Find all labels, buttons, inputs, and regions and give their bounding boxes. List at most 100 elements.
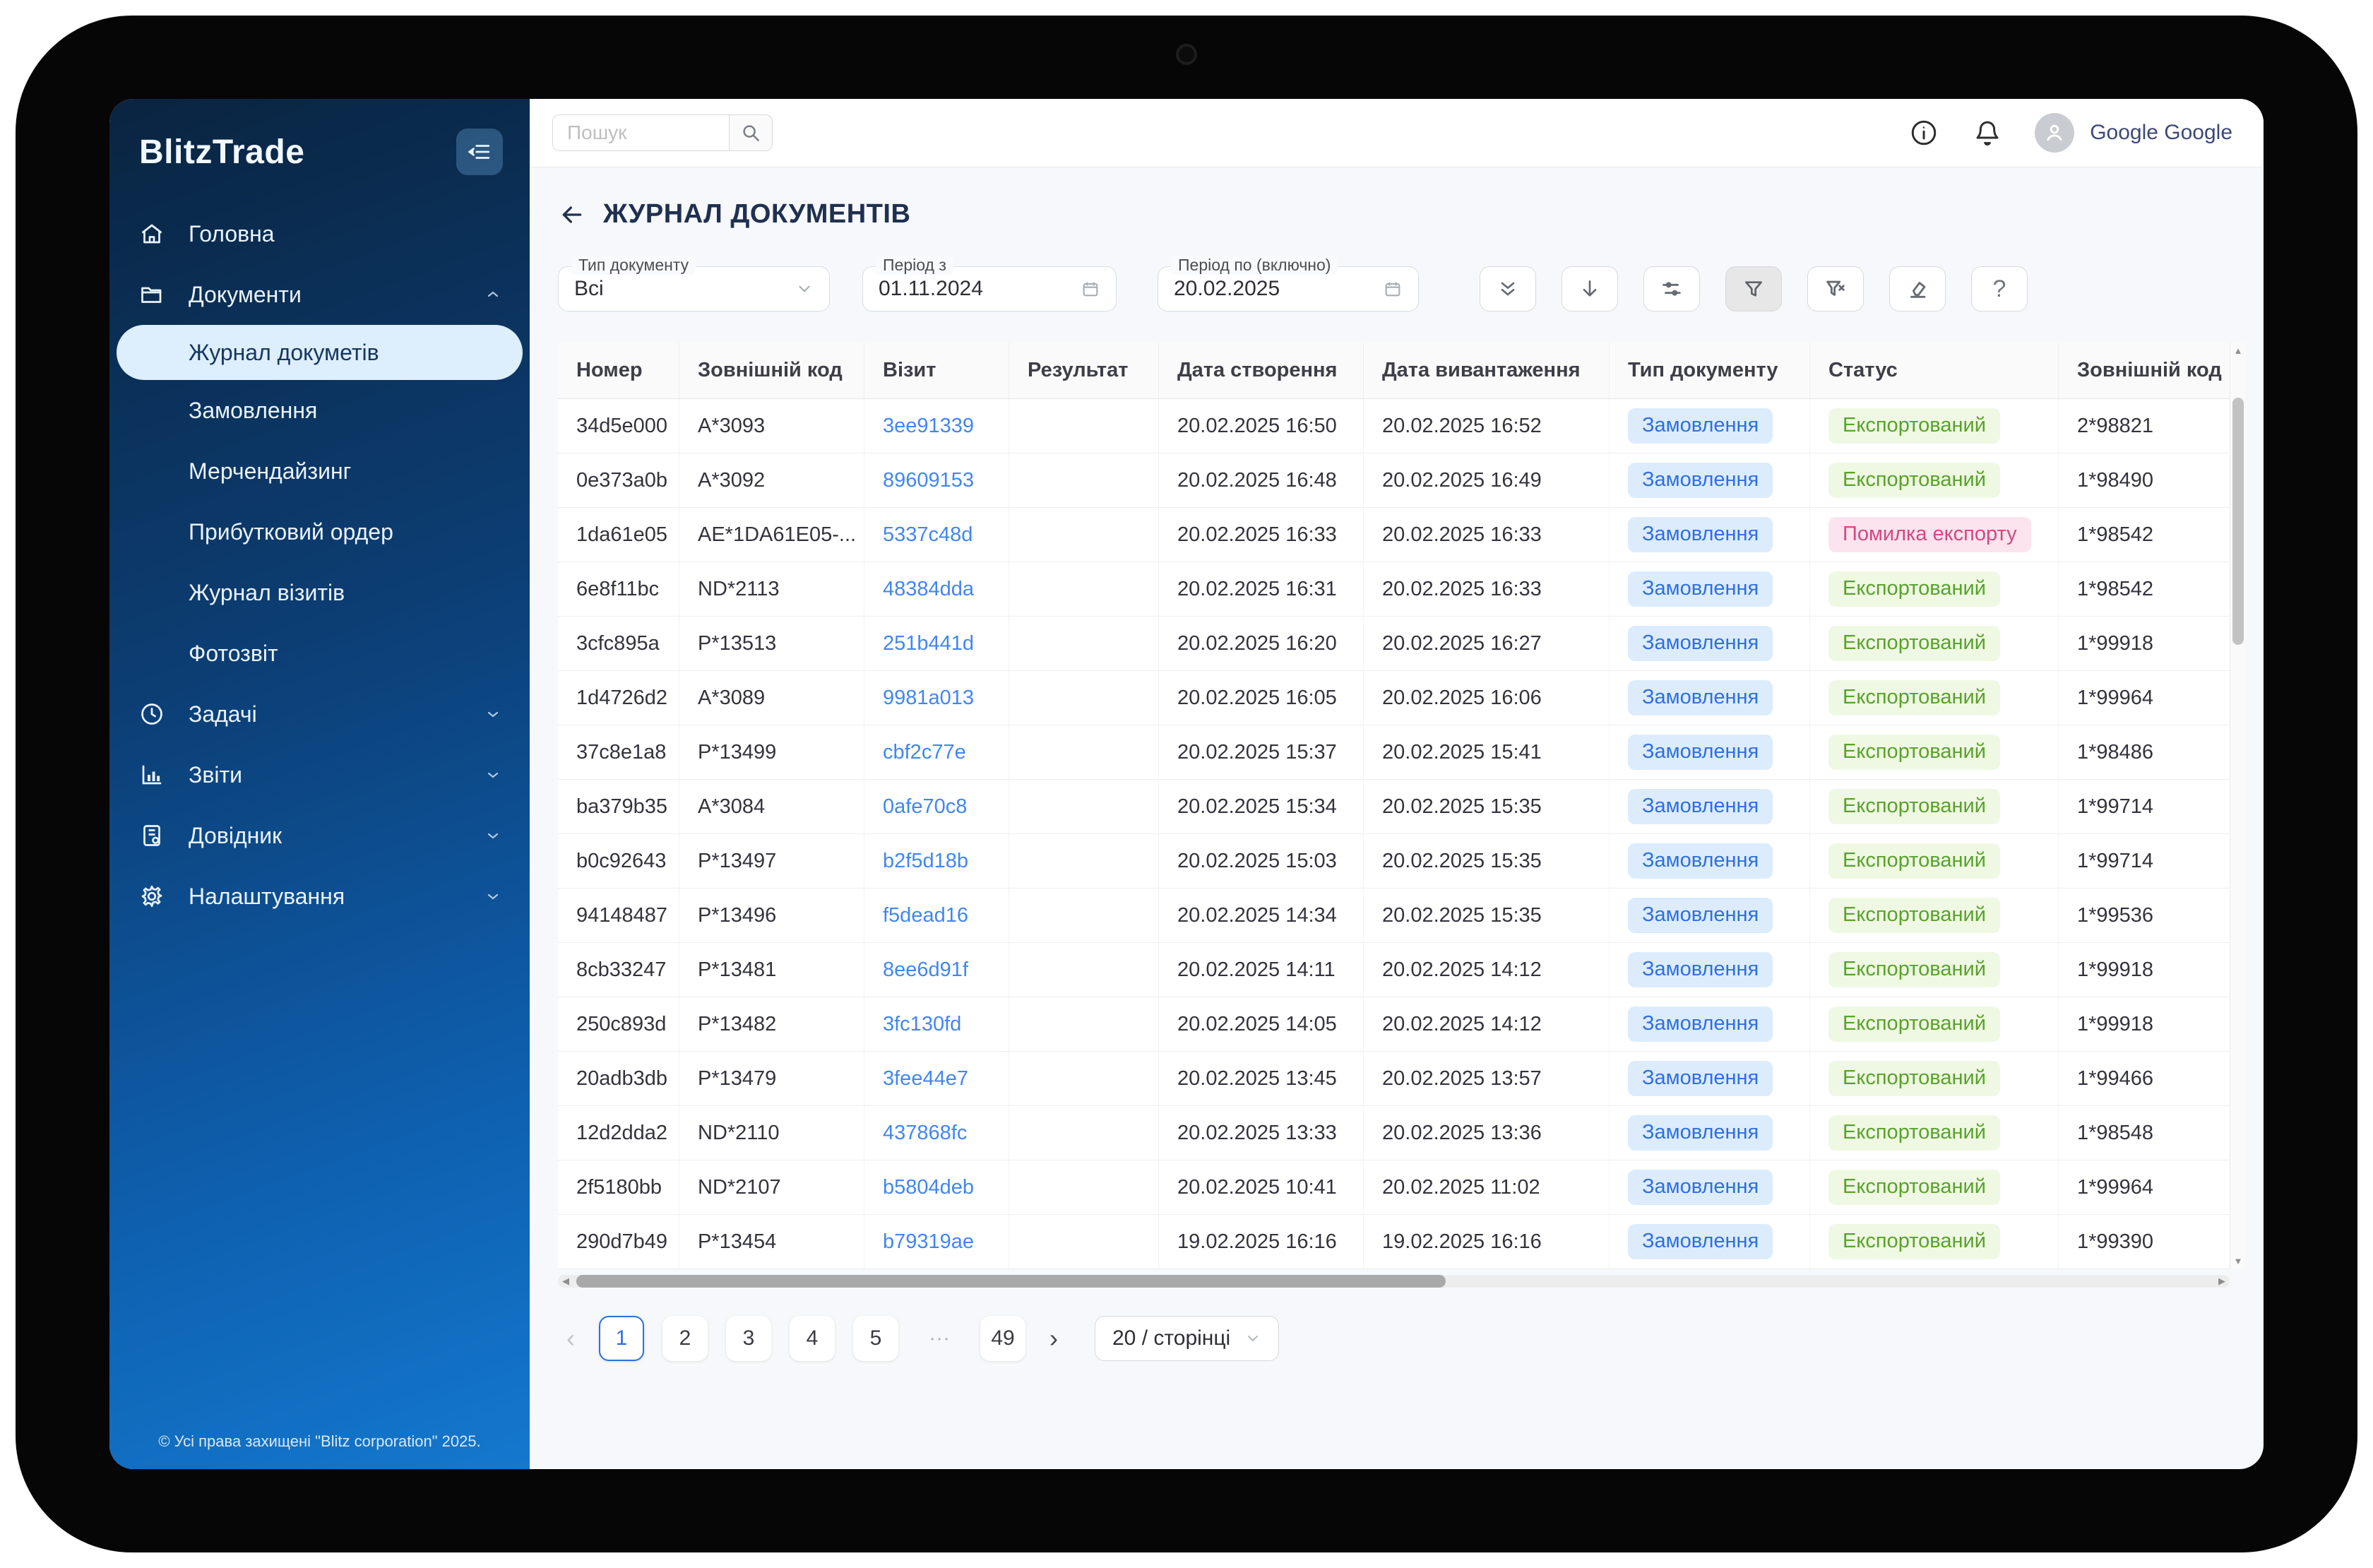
visit-link[interactable]: 9981a013 xyxy=(883,687,974,710)
pagination: ‹ 1 2 3 4 5 ··· 49 › 20 / сторінці xyxy=(558,1316,2245,1361)
visit-link[interactable]: b79319ae xyxy=(883,1230,974,1254)
filter-button[interactable] xyxy=(1725,266,1782,311)
sidebar-item-reports[interactable]: Звіти xyxy=(109,744,530,805)
cell-result xyxy=(1009,1106,1159,1160)
search-group xyxy=(552,114,773,151)
visit-link[interactable]: b5804deb xyxy=(883,1176,974,1199)
visit-link[interactable]: 5337c48d xyxy=(883,523,973,547)
table-row: 3cfc895a P*13513 251b441d 20.02.2025 16:20 2… xyxy=(558,617,2230,671)
cell-doc-type: Замовлення xyxy=(1610,725,1810,779)
download-button[interactable] xyxy=(1562,266,1618,311)
sidebar-item-directory[interactable]: Довідник xyxy=(109,805,530,866)
cell-uploaded-date: 20.02.2025 15:35 xyxy=(1364,834,1610,888)
sidebar-subitem-label: Журнал візитів xyxy=(189,579,345,605)
horizontal-scrollbar[interactable]: ◀ ▶ xyxy=(558,1275,2230,1288)
visit-link[interactable]: cbf2c77e xyxy=(883,741,966,764)
scroll-down-arrow[interactable]: ▼ xyxy=(2230,1256,2246,1266)
horizontal-scroll-thumb[interactable] xyxy=(576,1275,1446,1288)
sidebar-item-home[interactable]: Головна xyxy=(109,203,530,264)
page-button[interactable]: 2 xyxy=(662,1316,708,1361)
sidebar-item-settings[interactable]: Налаштування xyxy=(109,866,530,927)
clear-filter-button[interactable] xyxy=(1807,266,1864,311)
eraser-button[interactable] xyxy=(1889,266,1946,311)
visit-link[interactable]: 3ee91339 xyxy=(883,415,974,438)
column-settings-button[interactable] xyxy=(1643,266,1700,311)
cell-doc-type: Замовлення xyxy=(1610,671,1810,725)
sidebar-collapse-button[interactable] xyxy=(456,129,503,175)
sidebar-item-orders[interactable]: Замовлення xyxy=(109,380,530,441)
user-menu[interactable]: Google Google xyxy=(2035,113,2232,153)
visit-link[interactable]: 437868fc xyxy=(883,1122,967,1145)
sidebar-item-photo-report[interactable]: Фотозвіт xyxy=(109,623,530,684)
notifications-button[interactable] xyxy=(1971,117,2004,149)
period-from-datepicker[interactable]: Період з 01.11.2024 xyxy=(862,256,1117,311)
table-row: 8cb33247 P*13481 8ee6d91f 20.02.2025 14:11 2… xyxy=(558,943,2230,997)
status-badge: Експортований xyxy=(1828,571,2000,607)
vertical-scroll-thumb[interactable] xyxy=(2232,398,2244,645)
scroll-up-arrow[interactable]: ▲ xyxy=(2230,345,2246,356)
copyright: © Усі права захищені "Blitz corporation"… xyxy=(158,1432,481,1450)
cell-created-date: 20.02.2025 16:20 xyxy=(1159,617,1364,670)
chevron-down-icon xyxy=(484,888,501,905)
cell-status: Експортований xyxy=(1810,1052,2059,1105)
main-area: Google Google ЖУРНАЛ ДОКУМЕНТІВ Тип доку xyxy=(530,99,2264,1469)
visit-link[interactable]: 0afe70c8 xyxy=(883,795,967,819)
cell-ext-code: P*13482 xyxy=(679,997,864,1051)
status-badge: Експортований xyxy=(1828,1061,2000,1096)
cell-ext-code-2: 1*98542 xyxy=(2077,523,2154,546)
visit-link[interactable]: 89609153 xyxy=(883,469,974,492)
cell-doc-type: Замовлення xyxy=(1610,889,1810,942)
page-size-select[interactable]: 20 / сторінці xyxy=(1095,1316,1280,1361)
notebook-icon xyxy=(138,823,166,848)
page-button[interactable]: 3 xyxy=(726,1316,771,1361)
visit-link[interactable]: 48384dda xyxy=(883,578,974,601)
cell-ext-code: A*3093 xyxy=(679,399,864,453)
visit-link[interactable]: b2f5d18b xyxy=(883,850,968,873)
cell-result xyxy=(1009,780,1159,833)
sidebar-item-merchandising[interactable]: Мерчендайзинг xyxy=(109,441,530,501)
page-button[interactable]: 49 xyxy=(980,1316,1025,1361)
column-header: Зовнішній код xyxy=(679,343,864,398)
cell-doc-type: Замовлення xyxy=(1610,453,1810,507)
sidebar-item-documents[interactable]: Документи xyxy=(109,264,530,325)
search-button[interactable] xyxy=(729,114,773,151)
period-to-datepicker[interactable]: Період по (включно) 20.02.2025 xyxy=(1158,256,1419,311)
column-header: Тип документу xyxy=(1610,343,1810,398)
back-button[interactable] xyxy=(558,201,586,229)
prev-page-button[interactable]: ‹ xyxy=(561,1324,581,1353)
search-input[interactable] xyxy=(552,114,729,151)
calendar-icon xyxy=(1383,279,1403,299)
page-button[interactable]: 5 xyxy=(853,1316,898,1361)
page-button[interactable]: 1 xyxy=(599,1316,644,1361)
cell-uploaded-date: 20.02.2025 16:33 xyxy=(1364,508,1610,562)
scroll-left-arrow[interactable]: ◀ xyxy=(562,1276,569,1287)
doc-type-badge: Замовлення xyxy=(1628,843,1773,879)
sidebar-item-income-order[interactable]: Прибутковий ордер xyxy=(109,501,530,562)
documents-table: Номер Зовнішній код Візит Результат Дата ств… xyxy=(558,343,2245,1269)
help-button[interactable]: ? xyxy=(1971,266,2028,311)
visit-link[interactable]: f5dead16 xyxy=(883,904,968,927)
page-button[interactable]: 4 xyxy=(790,1316,835,1361)
status-badge: Експортований xyxy=(1828,1006,2000,1042)
vertical-scrollbar[interactable]: ▲ ▼ xyxy=(2230,343,2245,1269)
visit-link[interactable]: 3fc130fd xyxy=(883,1013,961,1036)
cell-status: Експортований xyxy=(1810,834,2059,888)
cell-uploaded-date: 20.02.2025 15:35 xyxy=(1364,889,1610,942)
sidebar-item-journal-documents[interactable]: Журнал докуметів xyxy=(117,325,523,380)
info-button[interactable] xyxy=(1908,117,1940,149)
doc-type-select[interactable]: Тип документу Всі xyxy=(558,256,830,311)
chevron-down-icon xyxy=(484,827,501,844)
visit-link[interactable]: 8ee6d91f xyxy=(883,958,968,982)
collapse-all-button[interactable] xyxy=(1480,266,1536,311)
sidebar-item-tasks[interactable]: Задачі xyxy=(109,684,530,744)
next-page-button[interactable]: › xyxy=(1044,1324,1064,1353)
status-badge: Експортований xyxy=(1828,843,2000,879)
doc-type-badge: Замовлення xyxy=(1628,1115,1773,1151)
scroll-right-arrow[interactable]: ▶ xyxy=(2218,1276,2225,1287)
sidebar-item-visit-journal[interactable]: Журнал візитів xyxy=(109,562,530,623)
sliders-icon xyxy=(1660,277,1684,301)
visit-link[interactable]: 251b441d xyxy=(883,632,974,655)
visit-link[interactable]: 3fee44e7 xyxy=(883,1067,968,1091)
cell-uploaded-date: 20.02.2025 13:36 xyxy=(1364,1106,1610,1160)
cell-created-date: 20.02.2025 16:05 xyxy=(1159,671,1364,725)
